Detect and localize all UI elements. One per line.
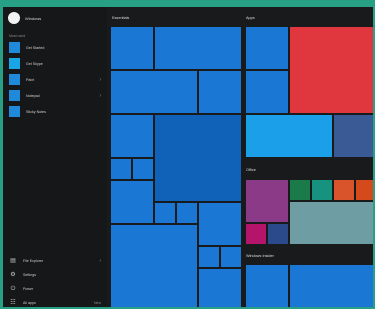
app-label: Paint: [26, 77, 35, 82]
left-panel: Windows Most used Get Started Get Skype …: [3, 7, 107, 307]
essentials-tile[interactable]: [221, 247, 241, 267]
notepad-icon: [9, 90, 20, 101]
all-apps-label: All apps: [23, 301, 36, 305]
insider-tile-wide[interactable]: [290, 265, 373, 307]
app-label: Notepad: [26, 93, 40, 98]
sticky-notes-icon: [9, 106, 20, 117]
office-tile[interactable]: [334, 180, 354, 200]
apps-tile[interactable]: [246, 27, 288, 69]
essentials-tile[interactable]: [199, 71, 241, 113]
power-label: Power: [23, 287, 34, 291]
settings-label: Settings: [23, 273, 36, 277]
user-name: Windows: [25, 15, 42, 21]
get-started-icon: [9, 42, 20, 53]
all-apps-item[interactable]: ☷ All apps New: [9, 299, 101, 307]
app-label: Sticky Notes: [26, 109, 46, 114]
essentials-tile[interactable]: [177, 203, 197, 223]
most-used-label: Most used: [9, 34, 26, 38]
apps-tile[interactable]: [334, 115, 373, 157]
app-label: Get Started: [26, 45, 45, 50]
chevron-right-icon[interactable]: ›: [99, 77, 101, 83]
office-tile[interactable]: [356, 180, 373, 200]
app-sticky-notes[interactable]: Sticky Notes: [9, 106, 101, 117]
group-title-windows-insider: Windows Insider: [246, 254, 274, 258]
file-explorer-item[interactable]: ▤ File Explorer ›: [9, 257, 101, 265]
office-tile[interactable]: [312, 180, 332, 200]
file-explorer-label: File Explorer: [23, 259, 44, 263]
essentials-tile[interactable]: [155, 203, 175, 223]
essentials-tile[interactable]: [111, 71, 197, 113]
chevron-right-icon[interactable]: ›: [99, 258, 101, 264]
office-tile[interactable]: [246, 180, 288, 222]
skype-icon: [9, 58, 20, 69]
essentials-tile[interactable]: [199, 247, 219, 267]
office-tile[interactable]: [268, 224, 288, 244]
power-item[interactable]: ⏻ Power: [9, 285, 101, 293]
start-menu: Windows Most used Get Started Get Skype …: [3, 7, 373, 307]
paint-icon: [9, 74, 20, 85]
grid-icon: ☷: [10, 300, 16, 306]
folder-icon: ▤: [10, 258, 16, 264]
essentials-tile[interactable]: [111, 181, 153, 223]
essentials-tile[interactable]: [111, 27, 153, 69]
essentials-tile[interactable]: [199, 269, 241, 307]
essentials-tile[interactable]: [111, 159, 131, 179]
insider-tile[interactable]: [246, 265, 288, 307]
app-label: Get Skype: [26, 61, 43, 66]
office-tile[interactable]: [246, 224, 266, 244]
power-icon: ⏻: [10, 286, 16, 292]
essentials-tile[interactable]: [111, 225, 197, 307]
apps-tile-wide[interactable]: [246, 115, 332, 157]
app-get-skype[interactable]: Get Skype: [9, 58, 101, 69]
group-title-apps: Apps: [246, 16, 255, 20]
office-tile-wide[interactable]: [290, 202, 373, 244]
essentials-tile[interactable]: [155, 27, 241, 69]
app-get-started[interactable]: Get Started: [9, 42, 101, 53]
app-paint[interactable]: Paint ›: [9, 74, 101, 85]
app-notepad[interactable]: Notepad ›: [9, 90, 101, 101]
apps-tile[interactable]: [246, 71, 288, 113]
user-account[interactable]: Windows: [8, 12, 41, 24]
chevron-right-icon[interactable]: ›: [99, 93, 101, 99]
gear-icon: ⚙: [10, 272, 16, 278]
essentials-tile[interactable]: [199, 203, 241, 245]
group-title-essentials: Essentials: [112, 16, 130, 20]
group-title-office: Office: [246, 168, 256, 172]
essentials-tile[interactable]: [133, 159, 153, 179]
office-tile[interactable]: [290, 180, 310, 200]
essentials-tile[interactable]: [155, 115, 241, 201]
avatar[interactable]: [8, 12, 20, 24]
essentials-tile[interactable]: [111, 115, 153, 157]
settings-item[interactable]: ⚙ Settings: [9, 271, 101, 279]
apps-tile-large-red[interactable]: [290, 27, 373, 113]
all-apps-badge: New: [93, 301, 101, 305]
